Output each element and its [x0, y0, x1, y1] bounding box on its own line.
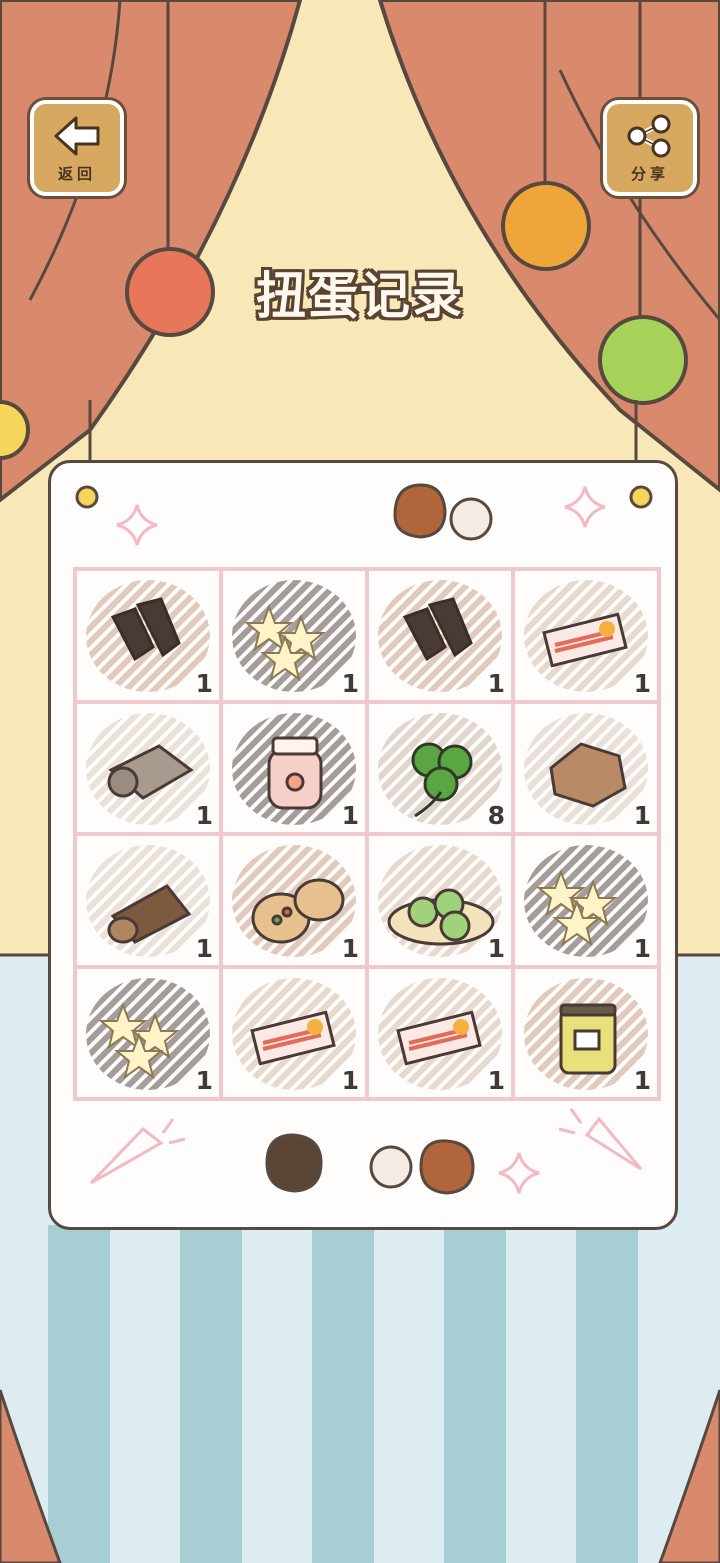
star-cookies-icon [232, 580, 356, 692]
chestnut-icon [419, 1139, 475, 1195]
fish-cake-icon [524, 580, 648, 692]
pin-left-icon [75, 485, 99, 509]
fish-cake-icon [232, 977, 356, 1090]
party-popper-icon [584, 1116, 643, 1171]
dried-meat-icon [86, 580, 210, 692]
rolled-cloth-icon [86, 712, 210, 825]
item-count: 1 [341, 668, 359, 698]
item-cell[interactable]: 1 [221, 834, 367, 967]
item-count: 1 [487, 668, 505, 698]
item-cell[interactable]: 1 [221, 569, 367, 702]
item-cell[interactable]: 1 [513, 834, 659, 967]
sparkle-icon [498, 1152, 540, 1194]
chestnut-dark-icon [265, 1133, 323, 1193]
item-cell[interactable]: 1 [75, 701, 221, 834]
item-count: 1 [487, 933, 505, 963]
party-popper-icon [89, 1126, 164, 1185]
arrow-left-icon [54, 116, 100, 156]
item-count: 1 [195, 1066, 213, 1095]
rock-candy-icon [524, 712, 648, 825]
green-dumplings-icon [378, 845, 502, 957]
share-icon [627, 114, 671, 158]
pita-bread-icon [232, 845, 356, 957]
item-cell[interactable]: 1 [221, 966, 367, 1099]
star-cookies-icon [524, 845, 648, 957]
item-grid: 1 1 1 1 1 1 8 1 1 1 1 1 1 1 1 1 [73, 567, 661, 1101]
fish-cake-icon [378, 977, 502, 1090]
egg-icon [449, 497, 493, 541]
item-cell[interactable]: 1 [513, 701, 659, 834]
item-count: 1 [195, 933, 213, 963]
share-label: 分享 [630, 165, 669, 183]
item-count: 1 [195, 668, 213, 698]
item-cell[interactable]: 8 [367, 701, 513, 834]
item-count: 1 [195, 801, 213, 830]
item-count: 1 [633, 801, 651, 830]
pin-right-icon [629, 485, 653, 509]
item-cell[interactable]: 1 [367, 966, 513, 1099]
sparkle-icon [116, 504, 158, 546]
star-cookies-icon [86, 977, 210, 1090]
item-count: 1 [633, 1066, 651, 1095]
gacha-record-board: 1 1 1 1 1 1 8 1 1 1 1 1 1 1 1 1 [48, 460, 678, 1230]
item-count: 1 [341, 933, 359, 963]
item-cell[interactable]: 1 [367, 569, 513, 702]
bean-jar-icon [524, 977, 648, 1090]
chestnut-icon [393, 483, 447, 539]
item-cell[interactable]: 1 [367, 834, 513, 967]
item-count: 1 [341, 1066, 359, 1095]
item-count: 1 [633, 933, 651, 963]
item-cell[interactable]: 1 [75, 834, 221, 967]
clover-icon [378, 712, 502, 825]
egg-icon [369, 1145, 413, 1189]
peach-jam-jar-icon [232, 712, 356, 825]
page-title: 扭蛋记录 [256, 267, 464, 325]
item-cell[interactable]: 1 [513, 569, 659, 702]
back-button[interactable]: 返回 [30, 100, 124, 196]
item-cell[interactable]: 1 [513, 966, 659, 1099]
log-cake-icon [86, 845, 210, 957]
item-count: 1 [633, 668, 651, 698]
item-cell[interactable]: 1 [75, 966, 221, 1099]
back-label: 返回 [57, 165, 96, 183]
item-cell[interactable]: 1 [221, 701, 367, 834]
item-count: 1 [487, 1066, 505, 1095]
item-count: 8 [487, 801, 505, 830]
item-count: 1 [341, 801, 359, 830]
share-button[interactable]: 分享 [603, 100, 697, 196]
dried-meat-icon [378, 580, 502, 692]
sparkle-icon [564, 486, 606, 528]
item-cell[interactable]: 1 [75, 569, 221, 702]
